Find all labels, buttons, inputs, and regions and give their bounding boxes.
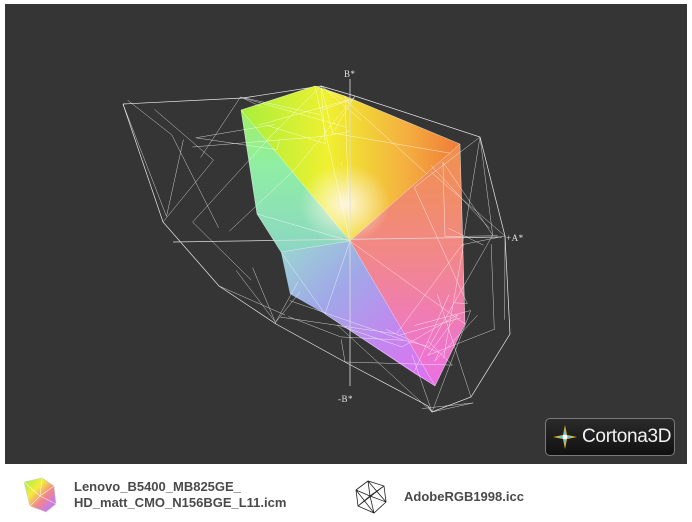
- mesh-edge: [275, 291, 301, 323]
- mesh-edge: [162, 159, 214, 223]
- axis-label-b-negative: -B*: [338, 394, 353, 404]
- legend: Lenovo_B5400_MB825GE_ HD_matt_CMO_N156BG…: [0, 466, 692, 522]
- legend-item-reference-profile: AdobeRGB1998.icc: [350, 478, 524, 516]
- mesh-edge: [462, 136, 481, 246]
- display-gamut-solid: [241, 86, 465, 386]
- color-gamut-solid-icon: [23, 477, 57, 513]
- mesh-edge: [235, 270, 276, 323]
- mesh-edge: [192, 221, 252, 281]
- mesh-edge: [421, 402, 474, 409]
- mesh-edge: [340, 339, 346, 363]
- axis-label-a-positive: +A*: [506, 233, 524, 243]
- mesh-edge: [127, 100, 172, 135]
- mesh-edge: [240, 96, 262, 107]
- mesh-edge: [252, 267, 277, 325]
- mesh-edge: [288, 316, 341, 338]
- mesh-edge: [200, 96, 241, 158]
- mesh-edge: [166, 139, 184, 217]
- mesh-edge: [490, 244, 495, 330]
- axis-label-b-positive: B*: [344, 69, 356, 79]
- mesh-edge: [154, 109, 214, 161]
- cortona3d-logo-button[interactable]: Cortona3D: [545, 418, 675, 456]
- wireframe-gamut-icon: [355, 480, 387, 514]
- legend-label-display-profile: Lenovo_B5400_MB825GE_ HD_matt_CMO_N156BG…: [74, 479, 287, 510]
- cortona-brand-text: Cortona3D: [582, 426, 672, 447]
- legend-item-display-profile: Lenovo_B5400_MB825GE_ HD_matt_CMO_N156BG…: [20, 476, 286, 514]
- mesh-edge: [171, 134, 219, 228]
- mesh-edge: [122, 103, 167, 217]
- cortona-star-icon: [553, 425, 577, 449]
- legend-label-reference-profile: AdobeRGB1998.icc: [404, 489, 524, 504]
- 3d-viewport[interactable]: B* +A* -B* Cortona3D: [5, 4, 687, 464]
- mesh-edge: [218, 285, 286, 316]
